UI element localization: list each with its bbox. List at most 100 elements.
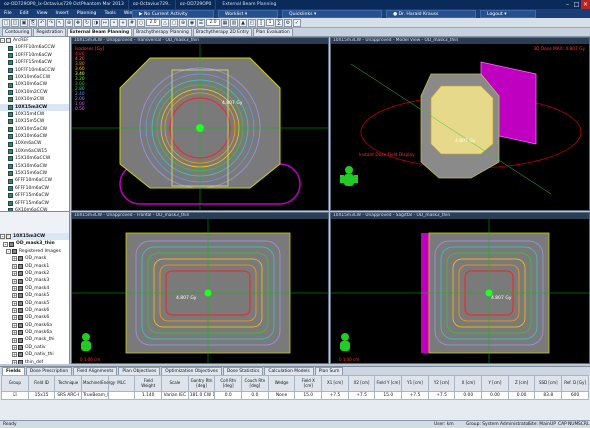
field-list-item[interactable]: 10X15m5CW [0, 118, 69, 125]
field-list-item[interactable]: 10FFF15m6aCW [0, 59, 69, 66]
ruler-icon[interactable]: ┇ [257, 18, 265, 27]
field-list-item[interactable]: 15X15m6aCW [0, 170, 69, 177]
sagittal-view[interactable]: 10X15m3CW - Unapproved - Sagittal - OD_m… [330, 212, 590, 364]
column-header[interactable]: Y2 [cm] [427, 375, 456, 392]
approve-icon[interactable]: ✓ [293, 18, 301, 27]
image-list-item[interactable]: + OD_mask6a [0, 329, 69, 336]
table-cell[interactable]: +7.5 [401, 391, 429, 400]
image-list-item[interactable]: + OD_mask [0, 255, 69, 262]
window-level-icon[interactable]: ◑ [92, 18, 100, 27]
window-tab-2[interactable]: oz-Octavius729.. [129, 0, 176, 9]
expand-icon[interactable]: + [12, 352, 17, 358]
field-list-item[interactable]: 10X15m3CW [0, 103, 69, 111]
expand-icon[interactable]: + [12, 263, 17, 269]
field-list-item[interactable]: 10Xm6aCW [0, 140, 69, 147]
field-list-item[interactable]: 10X10m2CCW [0, 89, 69, 96]
tree-course-item[interactable]: – OD_mask3_thin [0, 240, 69, 247]
expand-icon[interactable]: + [12, 271, 17, 277]
expand-icon[interactable]: + [12, 330, 17, 336]
field-list-item[interactable]: 10FFF10m6aCCW [0, 67, 69, 74]
point-icon[interactable]: • [110, 18, 118, 27]
pan-icon[interactable]: ✥ [74, 18, 82, 27]
image-list-item[interactable]: + OD_mask2 [0, 270, 69, 277]
menu-edit[interactable]: Edit [16, 9, 33, 18]
tree-registered-item[interactable]: – Registered Images [0, 248, 69, 255]
collapse-icon[interactable]: – [0, 38, 5, 44]
print-icon[interactable]: ⎘ [29, 18, 37, 27]
undo-icon[interactable]: ↶ [38, 18, 46, 27]
table-cell[interactable]: 0.00 [507, 391, 536, 400]
zoom-field-2[interactable]: 2.0 [206, 19, 220, 26]
optimize-icon[interactable]: ⚙ [284, 18, 292, 27]
expand-icon[interactable]: + [12, 315, 17, 321]
tab-optimization-objectives[interactable]: Optimization Objectives [161, 367, 222, 375]
field-list-item[interactable]: 10FFF10m6aCW [0, 52, 69, 59]
column-header[interactable]: Gantry Rtn [deg] [187, 375, 216, 392]
tab-brachy-planning[interactable]: Brachytherapy Planning [133, 28, 192, 36]
column-header[interactable]: X2 [cm] [347, 375, 376, 392]
quicklinks-button[interactable]: Quicklinks ▾ [282, 10, 382, 18]
image-list-item[interactable]: + thin_def [0, 359, 69, 364]
column-header[interactable]: Ref. D [Gy] [561, 375, 589, 392]
expand-icon[interactable]: + [12, 278, 17, 284]
transversal-view[interactable]: 10X15m3CW - Unapproved - Transversal - O… [71, 37, 329, 211]
table-cell[interactable]: 600 [561, 391, 589, 400]
user-button[interactable]: ● Dr. Harald Krauss [386, 10, 476, 18]
table-cell[interactable]: None [267, 391, 296, 400]
column-header[interactable]: Couch Rtn [deg] [241, 375, 269, 392]
column-header[interactable]: Coll Rtn [deg] [214, 375, 243, 392]
expand-icon[interactable]: + [12, 359, 17, 364]
column-header[interactable]: Technique [54, 375, 83, 392]
table-cell[interactable]: 15.0 [294, 391, 323, 400]
grid-icon[interactable]: # [128, 18, 136, 27]
image-list-item[interactable]: + OD_mask4 [0, 285, 69, 292]
tab-contouring[interactable]: Contouring [2, 28, 33, 36]
calc-icon[interactable]: ∑ [275, 18, 283, 27]
menu-file[interactable]: File [0, 9, 16, 18]
group-checkbox[interactable]: ☑ [13, 393, 17, 398]
field-list-item[interactable]: 15X10m6aCW [0, 163, 69, 170]
column-header[interactable]: Group [1, 375, 29, 392]
save-icon[interactable]: ▣ [20, 18, 28, 27]
beam-icon[interactable]: △ [161, 18, 169, 27]
table-cell[interactable]: +7.5 [347, 391, 376, 400]
table-cell[interactable]: +7.5 [321, 391, 349, 400]
table-cell[interactable]: 15x15 [27, 391, 56, 400]
field-list-item[interactable]: 6FFF10m6aCW [0, 185, 69, 192]
image-list-item[interactable]: + OD_nativ_thi [0, 351, 69, 358]
column-header[interactable]: Scale [161, 375, 189, 392]
tab-plan-sum[interactable]: Plan Sum [314, 367, 344, 375]
column-header[interactable]: Machine/Energy [81, 375, 115, 392]
table-cell[interactable]: 1.140 [134, 391, 163, 400]
tree-arcref[interactable]: – ArcREF [0, 37, 69, 44]
field-list-item[interactable]: 6FFF15m6aCW [0, 192, 69, 199]
field-list-item[interactable]: 10X10m6aCW [0, 81, 69, 88]
table-row[interactable]: ☑ 15x15SRS ARC-ITrueBeam_BLAU - 10X 1.140V… [1, 391, 589, 400]
dose-icon[interactable]: ◉ [188, 18, 196, 27]
layout-icon[interactable]: ▦ [221, 18, 229, 27]
field-list-item[interactable]: 10X10m6aCCW [0, 74, 69, 81]
expand-icon[interactable]: + [12, 256, 17, 262]
field-icon[interactable]: ▢ [170, 18, 178, 27]
tab-field-alignments[interactable]: Field Alignments [73, 367, 118, 375]
window-tab-3[interactable]: oz-OD729OP0 [176, 0, 217, 9]
current-activity-button[interactable]: ▶ No Current Activity [132, 10, 214, 18]
image-list-item[interactable]: + OD_mask6a [0, 322, 69, 329]
field-list-item[interactable]: 10Xm6aCW15 [0, 148, 69, 155]
tab-plan-evaluation[interactable]: Plan Evaluation [252, 28, 293, 36]
minimize-icon[interactable]: – [563, 0, 572, 9]
redo-icon[interactable]: ↷ [47, 18, 55, 27]
table-cell[interactable]: 0.00 [454, 391, 483, 400]
contour-icon[interactable]: ○ [137, 18, 145, 27]
maximize-icon[interactable]: □ [572, 0, 581, 9]
column-header[interactable]: X1 [cm] [321, 375, 349, 392]
table-cell[interactable]: Varian IEC [161, 391, 189, 400]
logout-button[interactable]: Logout ▾ [480, 10, 536, 18]
menu-tools[interactable]: Tools [100, 9, 119, 18]
tab-calculation-models[interactable]: Calculation Models [264, 367, 314, 375]
zoom-field-3[interactable]: 1 [266, 19, 274, 26]
zoom-field-1[interactable]: 2.0 [146, 19, 160, 26]
collapse-icon[interactable]: – [3, 241, 8, 247]
mlc-icon[interactable]: ☰ [197, 18, 205, 27]
image-list-item[interactable]: + OD_nativ [0, 344, 69, 351]
